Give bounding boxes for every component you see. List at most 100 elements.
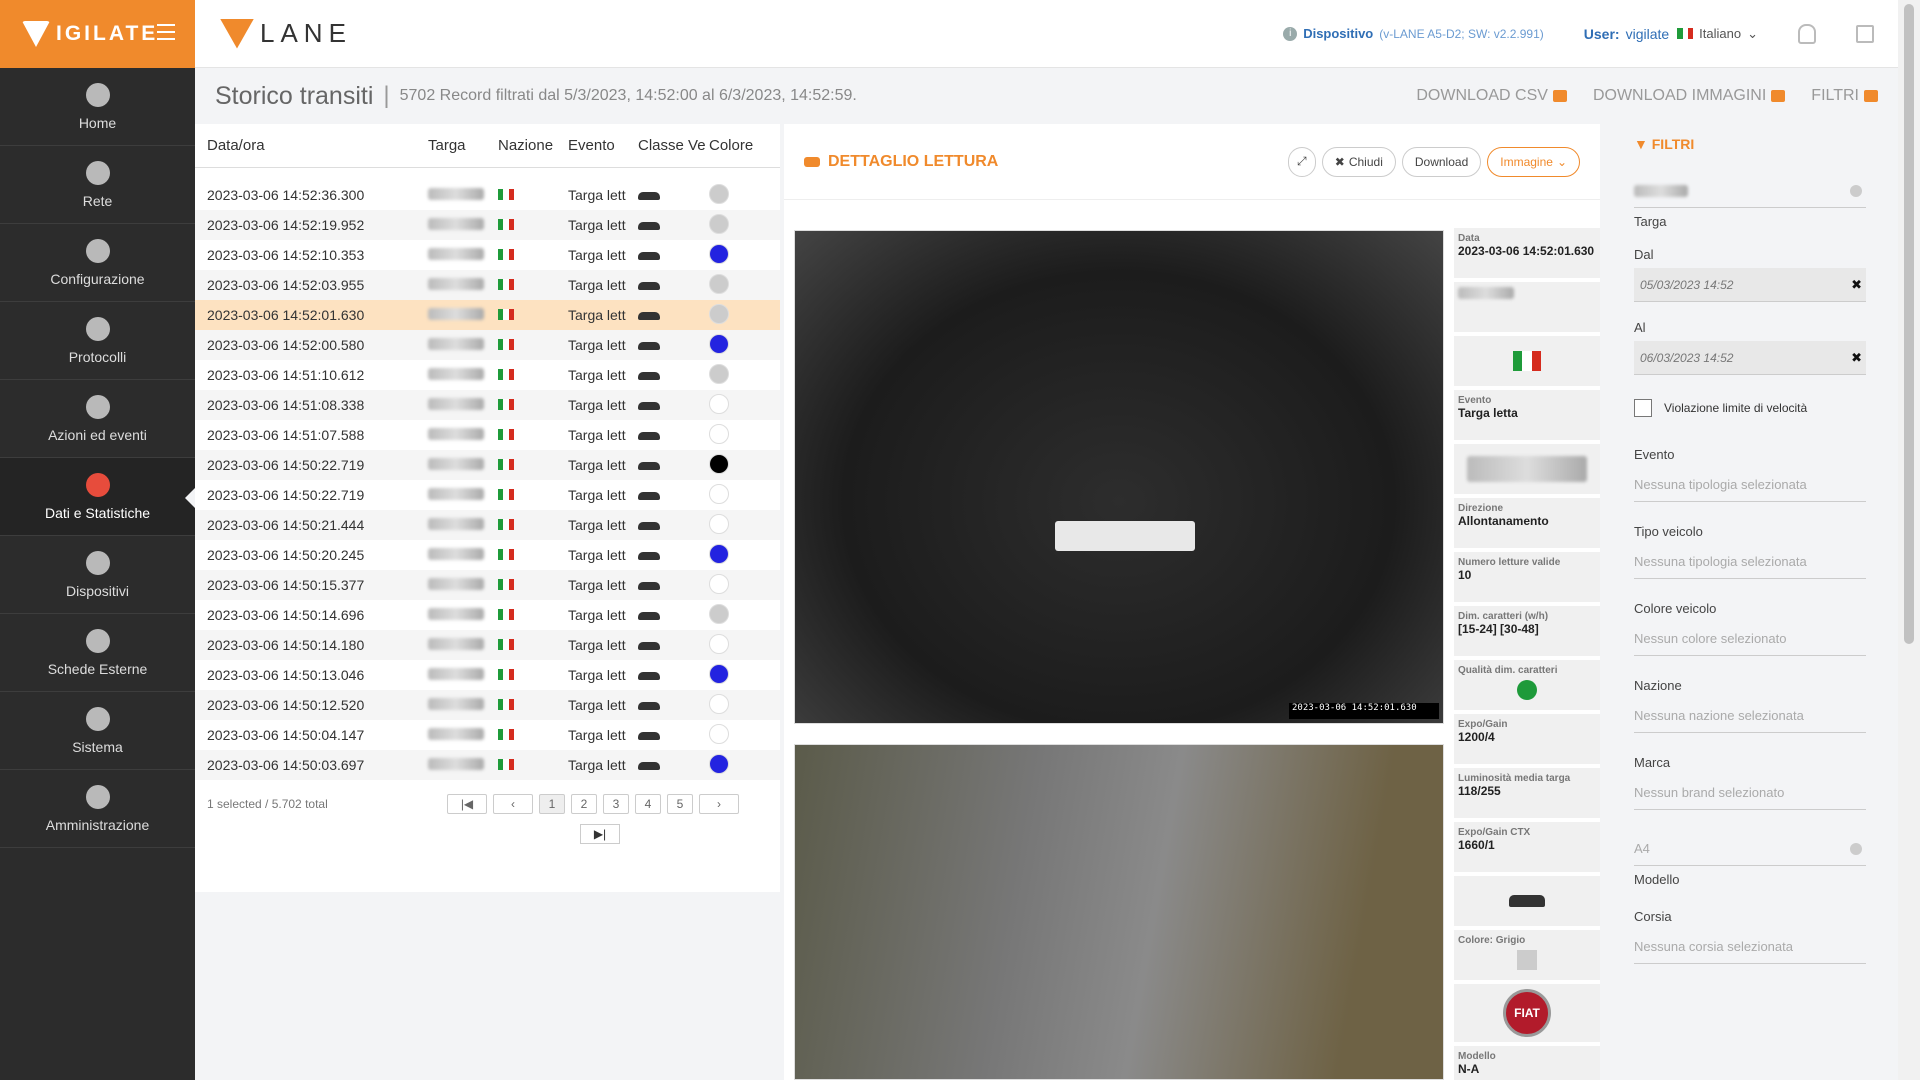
- table-row[interactable]: 2023-03-06 14:50:15.377 Targa lett: [195, 570, 780, 600]
- sidebar-item-azioni-ed-eventi[interactable]: Azioni ed eventi: [0, 380, 195, 458]
- row-color: [709, 363, 759, 387]
- table-row[interactable]: 2023-03-06 14:52:03.955 Targa lett: [195, 270, 780, 300]
- table-row[interactable]: 2023-03-06 14:52:19.952 Targa lett: [195, 210, 780, 240]
- brand-filter-select[interactable]: Nessun brand selezionato: [1634, 776, 1866, 810]
- row-color: [709, 333, 759, 357]
- row-date: 2023-03-06 14:51:10.612: [207, 367, 365, 383]
- v-logo-icon: [220, 18, 254, 49]
- cogs-icon: [85, 706, 110, 731]
- fiat-logo: FIAT: [1503, 989, 1551, 1037]
- plate-filter-input[interactable]: [1634, 174, 1866, 208]
- col-header-color[interactable]: Colore: [709, 137, 759, 154]
- col-header-nation[interactable]: Nazione: [498, 137, 568, 154]
- table-row[interactable]: 2023-03-06 14:52:01.630 Targa lett: [195, 300, 780, 330]
- to-date-input[interactable]: 06/03/2023 14:52 ✖: [1634, 341, 1866, 375]
- prev-page-button[interactable]: ‹: [493, 794, 533, 814]
- from-date-input[interactable]: 05/03/2023 14:52 ✖: [1634, 268, 1866, 302]
- nation-filter-select[interactable]: Nessuna nazione selezionata: [1634, 699, 1866, 733]
- page-3-button[interactable]: 3: [603, 794, 629, 814]
- col-header-event[interactable]: Evento: [568, 137, 638, 154]
- table-row[interactable]: 2023-03-06 14:50:20.245 Targa lett: [195, 540, 780, 570]
- row-color: [709, 453, 759, 477]
- table-row[interactable]: 2023-03-06 14:50:14.180 Targa lett: [195, 630, 780, 660]
- logout-icon[interactable]: [1856, 24, 1874, 43]
- model-filter-input[interactable]: A4: [1634, 832, 1866, 866]
- sidebar-item-sistema[interactable]: Sistema: [0, 692, 195, 770]
- table-row[interactable]: 2023-03-06 14:50:22.719 Targa lett: [195, 480, 780, 510]
- sidebar-item-dati-e-statistiche[interactable]: Dati e Statistiche: [0, 458, 195, 536]
- table-row[interactable]: 2023-03-06 14:51:10.612 Targa lett: [195, 360, 780, 390]
- sidebar-item-home[interactable]: Home: [0, 68, 195, 146]
- table-row[interactable]: 2023-03-06 14:52:00.580 Targa lett: [195, 330, 780, 360]
- sidebar-item-protocolli[interactable]: Protocolli: [0, 302, 195, 380]
- bell-icon[interactable]: [1798, 23, 1816, 44]
- next-page-button[interactable]: ›: [699, 794, 739, 814]
- download-images-button[interactable]: DOWNLOAD IMMAGINI: [1593, 87, 1786, 105]
- graduation-cap-icon: [85, 784, 110, 809]
- page-2-button[interactable]: 2: [571, 794, 597, 814]
- table-row[interactable]: 2023-03-06 14:51:08.338 Targa lett: [195, 390, 780, 420]
- info-icon: i: [1283, 26, 1298, 41]
- lane-filter-select[interactable]: Nessuna corsia selezionata: [1634, 930, 1866, 964]
- col-header-plate[interactable]: Targa: [428, 137, 498, 154]
- menu-toggle-icon[interactable]: [157, 24, 175, 40]
- last-page-button[interactable]: ▶|: [580, 824, 620, 844]
- speed-violation-checkbox[interactable]: [1634, 399, 1652, 417]
- expand-button[interactable]: ⤢: [1287, 146, 1316, 177]
- row-date: 2023-03-06 14:52:36.300: [207, 187, 365, 203]
- table-row[interactable]: 2023-03-06 14:50:12.520 Targa lett: [195, 690, 780, 720]
- help-icon[interactable]: [1850, 184, 1862, 197]
- event-filter-select[interactable]: Nessuna tipologia selezionata: [1634, 468, 1866, 502]
- download-button[interactable]: Download: [1401, 146, 1482, 177]
- color-dot: [709, 603, 729, 624]
- first-page-button[interactable]: |◀: [447, 794, 487, 814]
- close-button[interactable]: ✖ Chiudi: [1321, 146, 1396, 177]
- color-dot: [709, 723, 729, 744]
- table-row[interactable]: 2023-03-06 14:52:10.353 Targa lett: [195, 240, 780, 270]
- table-row[interactable]: 2023-03-06 14:50:04.147 Targa lett: [195, 720, 780, 750]
- sidebar-item-rete[interactable]: Rete: [0, 146, 195, 224]
- row-plate: [428, 397, 498, 413]
- row-date: 2023-03-06 14:52:00.580: [207, 337, 365, 353]
- table-row[interactable]: 2023-03-06 14:52:36.300 Targa lett: [195, 180, 780, 210]
- page-5-button[interactable]: 5: [667, 794, 693, 814]
- sidebar-item-schede-esterne[interactable]: Schede Esterne: [0, 614, 195, 692]
- table-row[interactable]: 2023-03-06 14:51:07.588 Targa lett: [195, 420, 780, 450]
- col-header-date[interactable]: Data/ora: [195, 137, 428, 154]
- col-header-class[interactable]: Classe Ve: [638, 137, 709, 154]
- plate-blurred: [428, 728, 484, 740]
- row-date: 2023-03-06 14:50:21.444: [207, 517, 365, 533]
- table-row[interactable]: 2023-03-06 14:50:13.046 Targa lett: [195, 660, 780, 690]
- sidebar-item-configurazione[interactable]: Configurazione: [0, 224, 195, 302]
- italy-flag-icon: [498, 699, 514, 710]
- help-icon[interactable]: [1850, 842, 1862, 855]
- row-plate: [428, 487, 498, 503]
- vehicle-type-select[interactable]: Nessuna tipologia selezionata: [1634, 545, 1866, 579]
- download-csv-button[interactable]: DOWNLOAD CSV: [1416, 87, 1567, 105]
- table-row[interactable]: 2023-03-06 14:50:14.696 Targa lett: [195, 600, 780, 630]
- clear-icon[interactable]: ✖: [1851, 350, 1862, 366]
- page-scrollbar[interactable]: [1898, 0, 1920, 1080]
- table-row[interactable]: 2023-03-06 14:50:22.719 Targa lett: [195, 450, 780, 480]
- vehicle-color-select[interactable]: Nessun colore selezionato: [1634, 622, 1866, 656]
- plate-region: [1055, 521, 1195, 551]
- sidebar-item-dispositivi[interactable]: Dispositivi: [0, 536, 195, 614]
- car-icon: [638, 282, 660, 290]
- image-dropdown[interactable]: Immagine ⌄: [1487, 146, 1580, 177]
- row-event: Targa lett: [568, 427, 626, 443]
- vigilate-logo[interactable]: IGILATE: [22, 21, 158, 47]
- car-icon: [638, 402, 660, 410]
- page-1-button[interactable]: 1: [539, 794, 565, 814]
- filters-button[interactable]: FILTRI: [1811, 87, 1878, 105]
- clear-icon[interactable]: ✖: [1851, 277, 1862, 293]
- scrollbar-thumb[interactable]: [1904, 4, 1914, 644]
- speed-violation-filter[interactable]: Violazione limite di velocità: [1634, 399, 1866, 417]
- table-row[interactable]: 2023-03-06 14:50:21.444 Targa lett: [195, 510, 780, 540]
- table-row[interactable]: 2023-03-06 14:50:03.697 Targa lett: [195, 750, 780, 780]
- language-select[interactable]: Italiano ⌄: [1677, 26, 1758, 42]
- page-4-button[interactable]: 4: [635, 794, 661, 814]
- close-icon: ✖: [1334, 154, 1345, 169]
- meta-color: Colore: Grigio: [1454, 930, 1600, 980]
- sidebar-item-amministrazione[interactable]: Amministrazione: [0, 770, 195, 848]
- italy-flag-icon: [498, 399, 514, 410]
